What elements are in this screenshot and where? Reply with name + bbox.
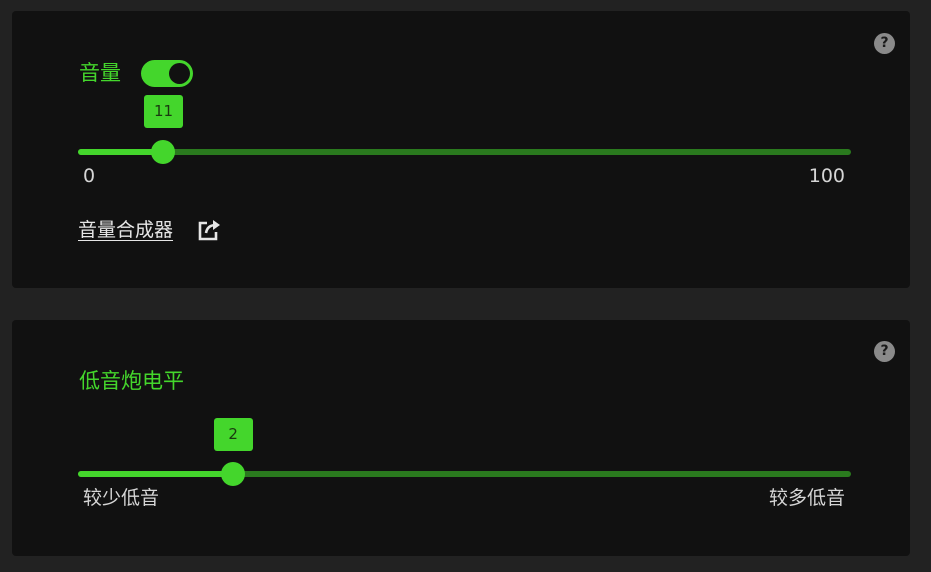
volume-help-icon[interactable]: ?: [874, 33, 895, 54]
subwoofer-value-badge: 2: [213, 418, 253, 451]
volume-slider-thumb[interactable]: [151, 140, 176, 164]
subwoofer-title: 低音炮电平: [79, 369, 184, 393]
subwoofer-max-label: 较多低音: [768, 487, 845, 509]
subwoofer-slider-fill: [78, 471, 233, 477]
volume-slider[interactable]: [78, 137, 851, 167]
volume-mixer-link[interactable]: 音量合成器: [78, 217, 173, 243]
volume-value-badge: 11: [144, 95, 184, 128]
volume-toggle[interactable]: [141, 60, 193, 87]
external-link-icon[interactable]: [196, 217, 222, 243]
subwoofer-slider-thumb[interactable]: [220, 462, 245, 486]
volume-slider-track[interactable]: [78, 149, 851, 155]
volume-title: 音量: [79, 61, 121, 85]
volume-min-label: 0: [83, 165, 96, 187]
subwoofer-slider[interactable]: [78, 459, 851, 489]
subwoofer-help-icon[interactable]: ?: [874, 341, 895, 362]
subwoofer-panel: ? 低音炮电平 2 较少低音 较多低音: [12, 320, 910, 556]
volume-panel: ? 音量 11 0 100 音量合成器: [12, 11, 910, 288]
volume-max-label: 100: [808, 165, 845, 187]
toggle-knob: [169, 63, 190, 84]
subwoofer-min-label: 较少低音: [83, 487, 160, 509]
